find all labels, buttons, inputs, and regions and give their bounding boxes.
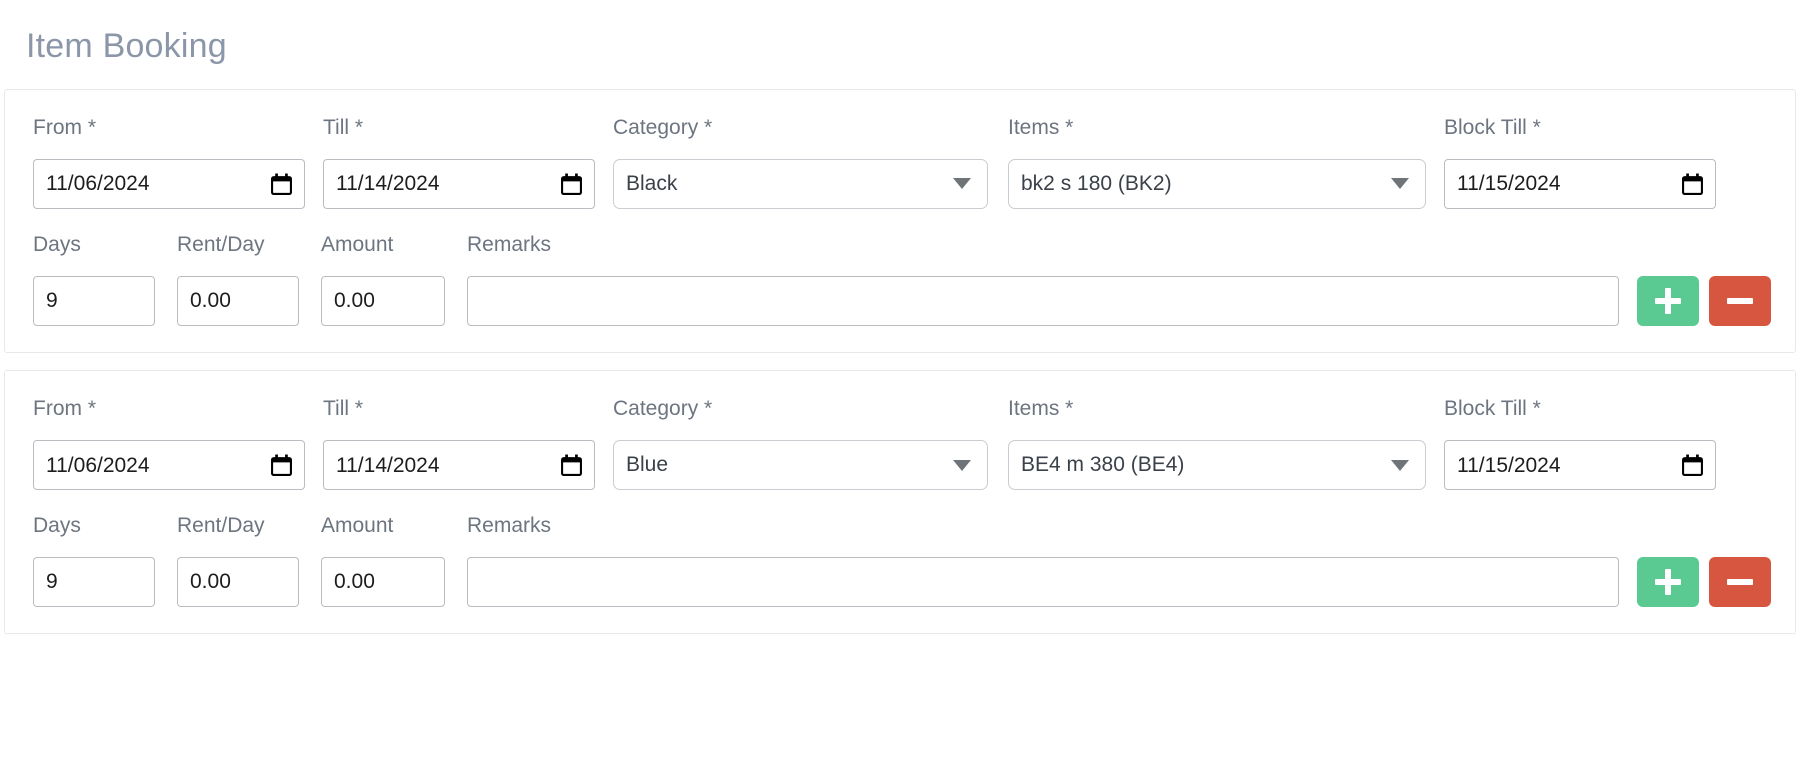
block-till-value: 11/15/2024 — [1457, 453, 1561, 477]
category-select[interactable]: Blue — [613, 440, 988, 491]
add-row-button[interactable] — [1637, 275, 1699, 326]
label-days: Days — [33, 232, 81, 256]
minus-icon — [1727, 569, 1753, 595]
category-value: Blue — [626, 453, 669, 477]
bottom-inputs-row — [33, 557, 1771, 608]
label-from: From * — [33, 396, 96, 420]
category-value: Black — [626, 171, 678, 195]
row-actions — [1637, 275, 1771, 326]
item-booking-page: Item Booking From * Till * Category * It… — [0, 0, 1800, 770]
rent-per-day-input[interactable] — [177, 275, 299, 326]
remove-row-button[interactable] — [1709, 275, 1771, 326]
label-days: Days — [33, 514, 81, 538]
remarks-input[interactable] — [467, 557, 1619, 608]
block-till-date-input[interactable]: 11/15/2024 — [1444, 440, 1716, 491]
label-items: Items * — [1008, 396, 1074, 420]
label-from: From * — [33, 115, 96, 139]
calendar-icon[interactable] — [1682, 173, 1703, 195]
chevron-down-icon[interactable] — [1391, 178, 1409, 190]
till-date-input[interactable]: 11/14/2024 — [323, 158, 595, 209]
booking-card: From * Till * Category * Items * Block T… — [4, 369, 1796, 635]
remarks-input[interactable] — [467, 275, 1619, 326]
minus-icon — [1727, 288, 1753, 314]
bottom-labels-row: Days Rent/Day Amount Remarks — [33, 233, 1771, 266]
calendar-icon[interactable] — [1682, 454, 1703, 477]
bottom-labels-row: Days Rent/Day Amount Remarks — [33, 514, 1771, 547]
items-select[interactable]: BE4 m 380 (BE4) — [1008, 440, 1426, 491]
from-date-value: 11/06/2024 — [46, 172, 150, 196]
till-date-input[interactable]: 11/14/2024 — [323, 440, 595, 491]
chevron-down-icon[interactable] — [953, 178, 971, 190]
plus-icon — [1655, 287, 1681, 314]
label-till: Till * — [323, 115, 364, 139]
label-block-till: Block Till * — [1444, 396, 1541, 420]
top-labels-row: From * Till * Category * Items * Block T… — [33, 116, 1771, 149]
calendar-icon[interactable] — [561, 454, 582, 477]
top-inputs-row: 11/06/2024 11/14/2024 Black bk2 s 180 (B… — [33, 158, 1771, 209]
till-date-value: 11/14/2024 — [336, 453, 440, 477]
items-value: BE4 m 380 (BE4) — [1021, 453, 1185, 477]
plus-icon — [1655, 569, 1681, 596]
label-till: Till * — [323, 396, 364, 420]
label-remarks: Remarks — [467, 514, 552, 538]
top-labels-row: From * Till * Category * Items * Block T… — [33, 397, 1771, 430]
calendar-icon[interactable] — [561, 173, 582, 195]
remove-row-button[interactable] — [1709, 557, 1771, 608]
amount-input[interactable] — [321, 557, 445, 608]
from-date-input[interactable]: 11/06/2024 — [33, 440, 305, 491]
label-amount: Amount — [321, 232, 394, 256]
till-date-value: 11/14/2024 — [336, 172, 440, 196]
chevron-down-icon[interactable] — [953, 459, 971, 471]
page-title: Item Booking — [26, 27, 227, 65]
chevron-down-icon[interactable] — [1391, 459, 1409, 471]
rent-per-day-input[interactable] — [177, 557, 299, 608]
category-select[interactable]: Black — [613, 158, 988, 209]
label-amount: Amount — [321, 514, 394, 538]
amount-input[interactable] — [321, 275, 445, 326]
block-till-value: 11/15/2024 — [1457, 172, 1561, 196]
label-block-till: Block Till * — [1444, 115, 1541, 139]
label-rent-per-day: Rent/Day — [177, 514, 265, 538]
block-till-date-input[interactable]: 11/15/2024 — [1444, 158, 1716, 209]
top-inputs-row: 11/06/2024 11/14/2024 Blue BE4 m 380 (BE… — [33, 440, 1771, 491]
label-category: Category * — [613, 396, 713, 420]
label-items: Items * — [1008, 115, 1074, 139]
from-date-input[interactable]: 11/06/2024 — [33, 158, 305, 209]
add-row-button[interactable] — [1637, 557, 1699, 608]
bottom-inputs-row — [33, 275, 1771, 326]
label-category: Category * — [613, 115, 713, 139]
from-date-value: 11/06/2024 — [46, 453, 150, 477]
row-actions — [1637, 557, 1771, 608]
items-value: bk2 s 180 (BK2) — [1021, 171, 1172, 195]
label-rent-per-day: Rent/Day — [177, 232, 265, 256]
items-select[interactable]: bk2 s 180 (BK2) — [1008, 158, 1426, 209]
calendar-icon[interactable] — [271, 454, 292, 477]
days-input[interactable] — [33, 275, 155, 326]
booking-card: From * Till * Category * Items * Block T… — [4, 88, 1796, 353]
calendar-icon[interactable] — [271, 173, 292, 195]
label-remarks: Remarks — [467, 232, 552, 256]
days-input[interactable] — [33, 557, 155, 608]
